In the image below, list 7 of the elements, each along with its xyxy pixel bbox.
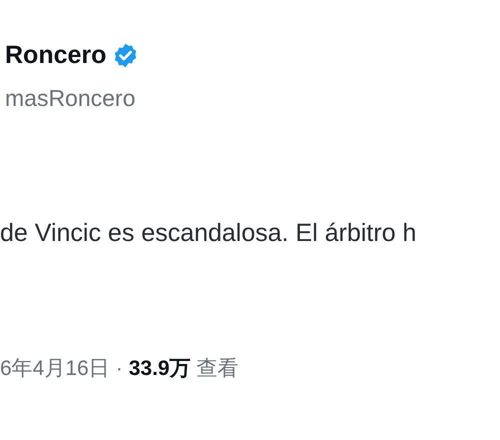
separator-dot: · xyxy=(116,357,123,381)
author-handle[interactable]: masRoncero xyxy=(0,85,500,112)
views-label: 查看 xyxy=(196,356,239,382)
post-date[interactable]: 6年4月16日 xyxy=(0,354,110,382)
tweet-text: de Vincic es escandalosa. El árbitro h xyxy=(0,219,418,248)
author-name[interactable]: Roncero xyxy=(5,40,106,70)
view-count: 33.9万 xyxy=(128,356,191,382)
